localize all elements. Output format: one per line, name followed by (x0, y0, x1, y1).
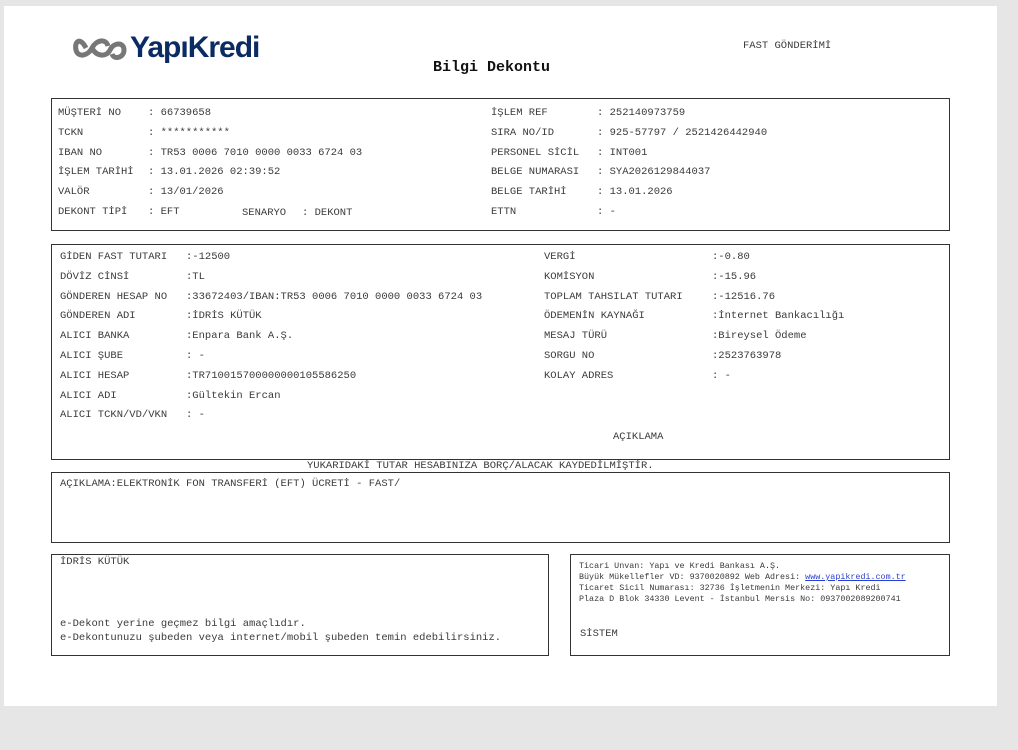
field-label: ALICI ŞUBE (60, 350, 124, 362)
field-value: :TL (186, 270, 205, 283)
field-value: : 66739658 (148, 107, 212, 119)
field-label: ALICI TCKN/VD/VKN (60, 409, 168, 422)
field-value: :Enpara Bank A.Ş. (186, 330, 294, 343)
field-label: BELGE NUMARASI (491, 166, 580, 179)
field-label: SORGU NO (544, 350, 595, 362)
aciklama-heading: AÇIKLAMA (613, 431, 664, 443)
field-value: : SYA2026129844037 (597, 166, 711, 179)
scenario-value: : DEKONT (302, 207, 353, 219)
field-label: TCKN (58, 126, 84, 139)
field-label: DEKONT TİPİ (58, 206, 128, 218)
field-value: :İDRİS KÜTÜK (186, 310, 262, 323)
field-label: ALICI ADI (60, 389, 117, 402)
field-value: : - (597, 206, 616, 218)
field-value: :İnternet Bankacılığı (712, 310, 845, 323)
field-label: PERSONEL SİCİL (491, 146, 580, 159)
bank-info-line-2-text: Büyük Mükellefler VD: 9370020892 Web Adr… (579, 572, 806, 582)
document-title: Bilgi Dekontu (433, 59, 551, 76)
field-label: DÖVİZ CİNSİ (60, 270, 130, 283)
customer-name: İDRİS KÜTÜK (60, 556, 130, 568)
field-label: IBAN NO (58, 146, 103, 159)
disclaimer-line-1: e-Dekont yerine geçmez bilgi amaçlıdır. (60, 618, 306, 630)
field-label: TOPLAM TAHSILAT TUTARI (544, 290, 683, 303)
scenario-label: SENARYO (242, 207, 287, 219)
bank-info-line-3: Ticaret Sicil Numarası: 32736 İşletmenin… (579, 583, 881, 593)
field-value: :Bireysel Ödeme (712, 330, 807, 343)
field-label: GÖNDEREN ADI (60, 310, 136, 323)
field-label: ÖDEMENİN KAYNAĞI (544, 310, 645, 323)
description-text: AÇIKLAMA:ELEKTRONİK FON TRANSFERİ (EFT) … (60, 478, 401, 490)
field-value: :TR710015700000000105586250 (186, 369, 357, 382)
field-label: MÜŞTERİ NO (58, 107, 122, 119)
field-value: : - (186, 350, 205, 362)
field-value: : - (186, 409, 205, 422)
field-label: KOMİSYON (544, 270, 595, 283)
field-value: : 13.01.2026 (597, 186, 673, 199)
field-label: ETTN (491, 206, 517, 218)
bank-name: YapıKredi (130, 31, 260, 64)
bank-info-line-1: Ticari Unvan: Yapı ve Kredi Bankası A.Ş. (579, 561, 781, 571)
field-label: MESAJ TÜRÜ (544, 330, 608, 343)
field-value: : INT001 (597, 146, 648, 159)
field-value: :-12500 (186, 251, 231, 263)
field-value: : 252140973759 (597, 107, 686, 119)
field-value: :-12516.76 (712, 290, 776, 303)
field-label: GÖNDEREN HESAP NO (60, 290, 168, 303)
bank-info-line-4: Plaza D Blok 34330 Levent - İstanbul Mer… (579, 594, 901, 604)
field-value: : TR53 0006 7010 0000 0033 6724 03 (148, 146, 363, 159)
field-label: VALÖR (58, 186, 90, 199)
field-label: KOLAY ADRES (544, 369, 614, 382)
field-value: :33672403/IBAN:TR53 0006 7010 0000 0033 … (186, 290, 483, 303)
receipt-page: YapıKredi Bilgi Dekontu FAST GÖNDERİMİ M… (4, 6, 997, 706)
website-link[interactable]: www.yapikredi.com.tr (805, 572, 906, 582)
field-value: : 925-57797 / 2521426442940 (597, 126, 768, 139)
field-label: İŞLEM TARİHİ (58, 166, 134, 179)
field-label: ALICI HESAP (60, 369, 130, 382)
field-value: : *********** (148, 126, 230, 139)
field-value: : EFT (148, 206, 180, 218)
notice-text: YUKARIDAKİ TUTAR HESABINIZA BORÇ/ALACAK … (307, 460, 654, 472)
field-label: SIRA NO/ID (491, 126, 555, 139)
document-type: FAST GÖNDERİMİ (743, 40, 832, 52)
field-label: GİDEN FAST TUTARI (60, 251, 168, 263)
bank-logo: YapıKredi (70, 28, 260, 68)
field-value: :-0.80 (712, 251, 750, 263)
disclaimer-line-2: e-Dekontunuzu şubeden veya internet/mobi… (60, 632, 502, 644)
field-value: :2523763978 (712, 350, 782, 362)
field-value: :-15.96 (712, 270, 757, 283)
field-label: İŞLEM REF (491, 107, 548, 119)
field-value: : - (712, 369, 731, 382)
bank-info-line-2: Büyük Mükellefler VD: 9370020892 Web Adr… (579, 572, 906, 582)
field-value: : 13/01/2026 (148, 186, 224, 199)
field-label: BELGE TARİHİ (491, 186, 567, 199)
field-label: ALICI BANKA (60, 330, 130, 343)
field-label: VERGİ (544, 251, 576, 263)
field-value: : 13.01.2026 02:39:52 (148, 166, 281, 179)
field-value: :Gültekin Ercan (186, 389, 281, 402)
bank-logo-mark-icon (73, 38, 127, 60)
signature-text: SİSTEM (580, 628, 618, 640)
